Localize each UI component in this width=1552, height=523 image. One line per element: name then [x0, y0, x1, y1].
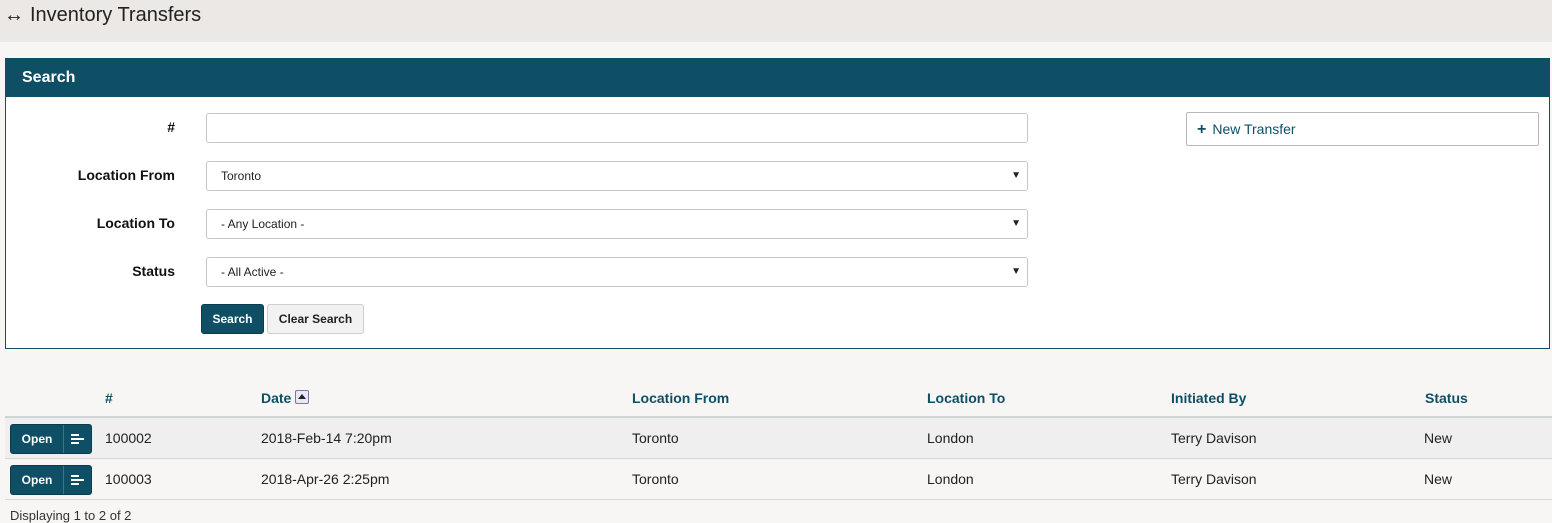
open-button[interactable]: Open — [11, 466, 63, 494]
cell-location-to: London — [927, 430, 974, 446]
column-header-date[interactable]: Date — [261, 390, 310, 406]
column-header-number[interactable]: # — [105, 390, 113, 406]
table-row: Open 100003 2018-Apr-26 2:25pm Toronto L… — [5, 459, 1552, 500]
cell-initiated-by: Terry Davison — [1171, 430, 1257, 446]
pagination-summary: Displaying 1 to 2 of 2 — [10, 508, 132, 523]
cell-location-to: London — [927, 471, 974, 487]
chevron-down-icon: ▼ — [1011, 266, 1021, 277]
search-panel-title: Search — [22, 69, 76, 86]
number-input[interactable] — [206, 113, 1028, 143]
cell-status: New — [1424, 471, 1453, 487]
location-to-label: Location To — [96, 215, 175, 231]
open-button[interactable]: Open — [11, 425, 63, 453]
page-title-text: Inventory Transfers — [30, 4, 202, 26]
sort-ascending-icon[interactable] — [295, 390, 310, 404]
row-menu-icon[interactable] — [64, 425, 91, 453]
chevron-down-icon: ▼ — [1011, 218, 1021, 229]
cell-number: 100003 — [105, 471, 152, 487]
page-header: ↔ Inventory Transfers — [0, 0, 1552, 42]
location-from-label: Location From — [77, 167, 175, 183]
cell-initiated-by: Terry Davison — [1171, 471, 1257, 487]
search-panel-header: Search — [6, 59, 1549, 97]
cell-location-from: Toronto — [632, 430, 679, 446]
new-transfer-button[interactable]: + New Transfer — [1186, 112, 1539, 146]
new-transfer-label: New Transfer — [1212, 121, 1296, 137]
page-title: ↔ Inventory Transfers — [4, 4, 201, 27]
location-from-value: Toronto — [221, 169, 262, 183]
cell-location-from: Toronto — [632, 471, 679, 487]
results-table-header: # Date Location From Location To Initiat… — [5, 376, 1552, 418]
cell-date: 2018-Apr-26 2:25pm — [261, 471, 390, 487]
column-header-initiated-by[interactable]: Initiated By — [1171, 390, 1246, 406]
clear-search-button[interactable]: Clear Search — [267, 304, 364, 334]
location-from-select[interactable]: Toronto ▼ — [206, 161, 1028, 191]
column-header-date-label: Date — [261, 390, 292, 406]
status-select[interactable]: - All Active - ▼ — [206, 257, 1028, 287]
row-menu-icon[interactable] — [64, 466, 91, 494]
search-button[interactable]: Search — [201, 304, 264, 334]
location-to-select[interactable]: - Any Location - ▼ — [206, 209, 1028, 239]
column-header-status[interactable]: Status — [1425, 390, 1468, 406]
cell-number: 100002 — [105, 430, 152, 446]
table-row: Open 100002 2018-Feb-14 7:20pm Toronto L… — [5, 418, 1552, 459]
chevron-down-icon: ▼ — [1011, 170, 1021, 181]
status-value: - All Active - — [221, 265, 284, 279]
transfer-arrows-icon: ↔ — [4, 4, 24, 26]
cell-date: 2018-Feb-14 7:20pm — [261, 430, 392, 446]
column-header-location-from[interactable]: Location From — [632, 390, 729, 406]
row-action-group: Open — [10, 465, 92, 495]
column-header-location-to[interactable]: Location To — [927, 390, 1005, 406]
search-panel: Search # Location From Toronto ▼ Locatio… — [5, 58, 1550, 349]
status-label: Status — [132, 263, 175, 279]
location-to-value: - Any Location - — [221, 217, 305, 231]
row-action-group: Open — [10, 424, 92, 454]
number-label: # — [167, 119, 175, 135]
plus-icon: + — [1197, 121, 1207, 138]
cell-status: New — [1424, 430, 1453, 446]
